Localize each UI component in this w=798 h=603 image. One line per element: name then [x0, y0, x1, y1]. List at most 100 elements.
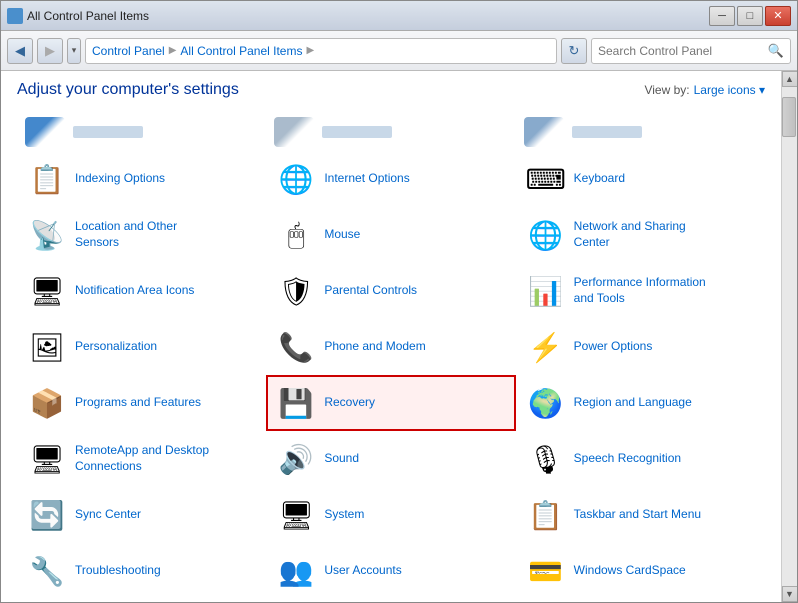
grid-item-indexing-options[interactable]: 📋 Indexing Options [17, 151, 266, 207]
item-label-13: Recovery [324, 395, 375, 411]
item-label-4: Mouse [324, 227, 360, 243]
grid-item-remoteapp-and-desktop-connections[interactable]: 🖥 RemoteApp and Desktop Connections [17, 431, 266, 487]
item-icon-5: 🌐 [526, 215, 566, 255]
item-label-12: Programs and Features [75, 395, 201, 411]
item-label-11: Power Options [574, 339, 653, 355]
scrollbar: ▲ ▼ [781, 71, 797, 602]
item-label-21: Troubleshooting [75, 563, 161, 579]
window-icon [7, 8, 23, 24]
item-icon-10: 📞 [276, 327, 316, 367]
grid-item-sync-center[interactable]: 🔄 Sync Center [17, 487, 266, 543]
item-label-6: Notification Area Icons [75, 283, 194, 299]
grid-item-troubleshooting[interactable]: 🔧 Troubleshooting [17, 543, 266, 599]
search-box: 🔍 [591, 38, 791, 64]
grid-item-windows-cardspace[interactable]: 💳Windows CardSpace [516, 543, 765, 599]
partial-item-1 [17, 111, 266, 149]
item-icon-4: 🖱 [276, 215, 316, 255]
back-button[interactable]: ◀ [7, 38, 33, 64]
item-label-2: Keyboard [574, 171, 625, 187]
window-controls: ─ □ ✕ [709, 6, 791, 26]
search-icon: 🔍 [768, 43, 784, 59]
title-bar-left: All Control Panel Items [7, 8, 149, 24]
grid-item-performance-information-and-tools[interactable]: 📊Performance Information and Tools [516, 263, 765, 319]
items-grid: 📋 Indexing Options 🌐Internet Options ⌨ Keybo… [17, 151, 765, 602]
grid-item-keyboard[interactable]: ⌨ Keyboard [516, 151, 765, 207]
item-label-7: Parental Controls [324, 283, 417, 299]
grid-item-notification-area-icons[interactable]: 🖥 Notification Area Icons [17, 263, 266, 319]
scroll-down-button[interactable]: ▼ [782, 586, 798, 602]
item-label-3: Location and Other Sensors [75, 219, 177, 250]
item-icon-21: 🔧 [27, 551, 67, 591]
item-label-22: User Accounts [324, 563, 401, 579]
item-icon-8: 📊 [526, 271, 566, 311]
maximize-button[interactable]: □ [737, 6, 763, 26]
minimize-button[interactable]: ─ [709, 6, 735, 26]
grid-item-personalization[interactable]: 🖼Personalization [17, 319, 266, 375]
item-label-17: Speech Recognition [574, 451, 681, 467]
partial-label-2 [322, 126, 392, 138]
breadcrumb-bar: Control Panel ▶ All Control Panel Items … [85, 38, 557, 64]
item-icon-19: 🖥 [276, 495, 316, 535]
item-label-10: Phone and Modem [324, 339, 425, 355]
item-icon-6: 🖥 [27, 271, 67, 311]
item-label-5: Network and Sharing Center [574, 219, 686, 250]
item-icon-17: 🎙 [526, 439, 566, 479]
item-icon-12: 📦 [27, 383, 67, 423]
grid-item-phone-and-modem[interactable]: 📞 Phone and Modem [266, 319, 515, 375]
item-icon-23: 💳 [526, 551, 566, 591]
item-icon-0: 📋 [27, 159, 67, 199]
item-icon-11: ⚡ [526, 327, 566, 367]
partial-item-2 [266, 111, 515, 149]
nav-dropdown-button[interactable]: ▾ [67, 38, 81, 64]
view-by-control: View by: Large icons ▾ [644, 83, 765, 97]
item-icon-2: ⌨ [526, 159, 566, 199]
grid-item-network-and-sharing-center[interactable]: 🌐 Network and Sharing Center [516, 207, 765, 263]
item-label-15: RemoteApp and Desktop Connections [75, 443, 209, 474]
item-label-16: Sound [324, 451, 359, 467]
title-bar: All Control Panel Items ─ □ ✕ [1, 1, 797, 31]
main-area: Adjust your computer's settings View by:… [1, 71, 797, 602]
item-icon-20: 📋 [526, 495, 566, 535]
breadcrumb-all-items[interactable]: All Control Panel Items [180, 44, 302, 58]
view-by-dropdown[interactable]: Large icons ▾ [694, 83, 765, 97]
item-label-0: Indexing Options [75, 171, 165, 187]
grid-item-location-and-other-sensors[interactable]: 📡Location and Other Sensors [17, 207, 266, 263]
item-icon-18: 🔄 [27, 495, 67, 535]
search-input[interactable] [598, 44, 764, 58]
grid-item-user-accounts[interactable]: 👥 User Accounts [266, 543, 515, 599]
grid-item-programs-and-features[interactable]: 📦 Programs and Features [17, 375, 266, 431]
grid-item-mouse[interactable]: 🖱 Mouse [266, 207, 515, 263]
item-icon-16: 🔊 [276, 439, 316, 479]
grid-item-taskbar-and-start-menu[interactable]: 📋Taskbar and Start Menu [516, 487, 765, 543]
item-icon-22: 👥 [276, 551, 316, 591]
item-icon-7: 🛡 [276, 271, 316, 311]
partial-icon-3 [524, 117, 564, 147]
grid-item-windows-defender[interactable]: 🛡Windows Defender [17, 599, 266, 602]
scroll-up-button[interactable]: ▲ [782, 71, 798, 87]
grid-item-power-options[interactable]: ⚡ Power Options [516, 319, 765, 375]
grid-item-internet-options[interactable]: 🌐Internet Options [266, 151, 515, 207]
grid-item-speech-recognition[interactable]: 🎙 Speech Recognition [516, 431, 765, 487]
grid-item-windows-update[interactable]: 🔄Windows Update [516, 599, 765, 602]
grid-item-recovery[interactable]: 💾Recovery [266, 375, 515, 431]
partial-label-1 [73, 126, 143, 138]
item-icon-1: 🌐 [276, 159, 316, 199]
item-label-18: Sync Center [75, 507, 141, 523]
refresh-button[interactable]: ↻ [561, 38, 587, 64]
content-header: Adjust your computer's settings View by:… [17, 81, 765, 99]
view-by-label: View by: [644, 83, 689, 97]
partial-top-row [17, 111, 765, 149]
forward-button[interactable]: ▶ [37, 38, 63, 64]
item-icon-15: 🖥 [27, 439, 67, 479]
grid-item-region-and-language[interactable]: 🌍Region and Language [516, 375, 765, 431]
grid-item-system[interactable]: 🖥System [266, 487, 515, 543]
breadcrumb-control-panel[interactable]: Control Panel [92, 44, 165, 58]
scroll-thumb[interactable] [782, 97, 796, 137]
partial-label-3 [572, 126, 642, 138]
grid-item-sound[interactable]: 🔊 Sound [266, 431, 515, 487]
grid-item-windows-firewall[interactable]: 🔥Windows Firewall [266, 599, 515, 602]
grid-item-parental-controls[interactable]: 🛡 Parental Controls [266, 263, 515, 319]
close-button[interactable]: ✕ [765, 6, 791, 26]
item-label-14: Region and Language [574, 395, 692, 411]
item-icon-9: 🖼 [27, 327, 67, 367]
